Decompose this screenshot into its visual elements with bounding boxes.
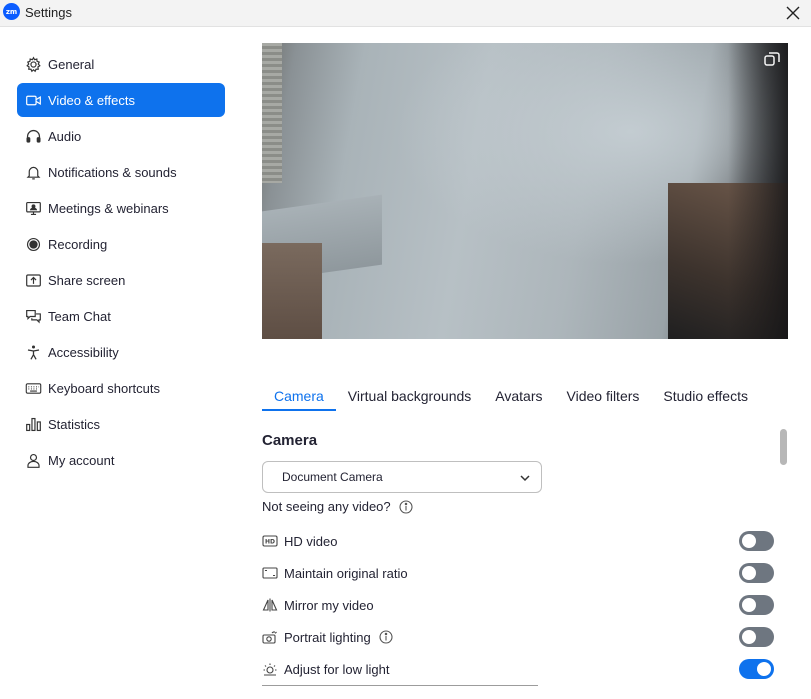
sidebar-item-keyboard-shortcuts[interactable]: Keyboard shortcuts (17, 371, 225, 405)
chat-icon (24, 307, 42, 325)
option-mirror-video: Mirror my video (262, 594, 774, 616)
scrollbar-thumb[interactable] (780, 429, 787, 465)
settings-panel: General Video & effects Audio Notificati… (0, 26, 811, 699)
camera-section-title: Camera (262, 432, 318, 449)
sidebar-item-label: Notifications & sounds (48, 164, 177, 180)
video-help-text: Not seeing any video? (262, 499, 391, 514)
sidebar-item-audio[interactable]: Audio (17, 119, 225, 153)
sidebar-item-notifications[interactable]: Notifications & sounds (17, 155, 225, 189)
ratio-icon (262, 565, 278, 581)
sidebar-item-statistics[interactable]: Statistics (17, 407, 225, 441)
hd-video-toggle[interactable] (739, 531, 774, 551)
video-icon (24, 91, 42, 109)
option-label: HD video (284, 533, 338, 549)
maintain-ratio-toggle[interactable] (739, 563, 774, 583)
window-title: Settings (25, 5, 72, 20)
sidebar-item-label: Video & effects (48, 92, 135, 108)
close-icon (786, 6, 800, 20)
sidebar-item-label: Accessibility (48, 344, 119, 360)
option-label: Adjust for low light (284, 661, 390, 677)
portrait-lighting-toggle[interactable] (739, 627, 774, 647)
video-settings-tabs: Camera Virtual backgrounds Avatars Video… (262, 381, 760, 411)
sidebar-item-label: Statistics (48, 416, 101, 432)
share-screen-icon (24, 271, 42, 289)
camera-select[interactable]: Document Camera (262, 461, 542, 493)
sidebar-item-my-account[interactable]: My account (17, 443, 225, 477)
sidebar-item-general[interactable]: General (17, 47, 225, 81)
portrait-lighting-icon (262, 629, 278, 645)
option-label: Maintain original ratio (284, 565, 408, 581)
sidebar-item-label: Meetings & webinars (48, 200, 169, 216)
option-hd-video: HD HD video (262, 530, 774, 552)
mirror-icon (262, 597, 278, 613)
statistics-icon (24, 415, 42, 433)
preview-window-blinds (262, 43, 282, 183)
sidebar-item-label: Audio (48, 128, 82, 144)
preview-left-arm (262, 243, 322, 339)
accessibility-icon (24, 343, 42, 361)
app-logo: zm (3, 3, 20, 20)
svg-text:HD: HD (265, 539, 275, 546)
monitor-icon (24, 199, 42, 217)
preview-dark-edge (728, 43, 788, 339)
mirror-video-toggle[interactable] (739, 595, 774, 615)
video-help-row: Not seeing any video? (262, 499, 413, 514)
option-label: Portrait lighting (284, 629, 371, 645)
option-label: Mirror my video (284, 597, 374, 613)
low-light-slider-edge (262, 685, 538, 686)
option-portrait-lighting: Portrait lighting (262, 626, 774, 648)
video-preview (262, 43, 788, 339)
low-light-icon (262, 661, 278, 677)
sidebar-item-team-chat[interactable]: Team Chat (17, 299, 225, 333)
tab-camera[interactable]: Camera (262, 381, 336, 411)
record-icon (24, 235, 42, 253)
tab-virtual-backgrounds[interactable]: Virtual backgrounds (336, 381, 483, 411)
sidebar-item-share-screen[interactable]: Share screen (17, 263, 225, 297)
title-bar: zm Settings (0, 0, 811, 26)
sidebar: General Video & effects Audio Notificati… (17, 47, 225, 479)
hd-icon: HD (262, 533, 278, 549)
sidebar-item-label: General (48, 56, 95, 72)
sidebar-item-label: My account (48, 452, 115, 468)
close-button[interactable] (783, 3, 803, 23)
camera-select-value: Document Camera (282, 470, 383, 484)
sidebar-item-meetings[interactable]: Meetings & webinars (17, 191, 225, 225)
low-light-toggle[interactable] (739, 659, 774, 679)
option-low-light: Adjust for low light (262, 658, 774, 680)
bell-icon (24, 163, 42, 181)
tab-studio-effects[interactable]: Studio effects (651, 381, 760, 411)
chevron-down-icon (520, 475, 530, 482)
tab-video-filters[interactable]: Video filters (555, 381, 652, 411)
gear-icon (24, 55, 42, 73)
sidebar-item-label: Keyboard shortcuts (48, 380, 161, 396)
option-maintain-ratio: Maintain original ratio (262, 562, 774, 584)
info-icon[interactable] (379, 630, 393, 644)
tab-avatars[interactable]: Avatars (483, 381, 554, 411)
sidebar-item-recording[interactable]: Recording (17, 227, 225, 261)
headphones-icon (24, 127, 42, 145)
sidebar-item-label: Share screen (48, 272, 126, 288)
sidebar-item-video-effects[interactable]: Video & effects (17, 83, 225, 117)
user-icon (24, 451, 42, 469)
sidebar-item-label: Team Chat (48, 308, 111, 324)
keyboard-icon (24, 379, 42, 397)
swap-view-button[interactable] (762, 49, 782, 69)
swap-view-icon (764, 52, 780, 66)
info-icon[interactable] (399, 499, 413, 514)
sidebar-item-accessibility[interactable]: Accessibility (17, 335, 225, 369)
sidebar-item-label: Recording (48, 236, 108, 252)
